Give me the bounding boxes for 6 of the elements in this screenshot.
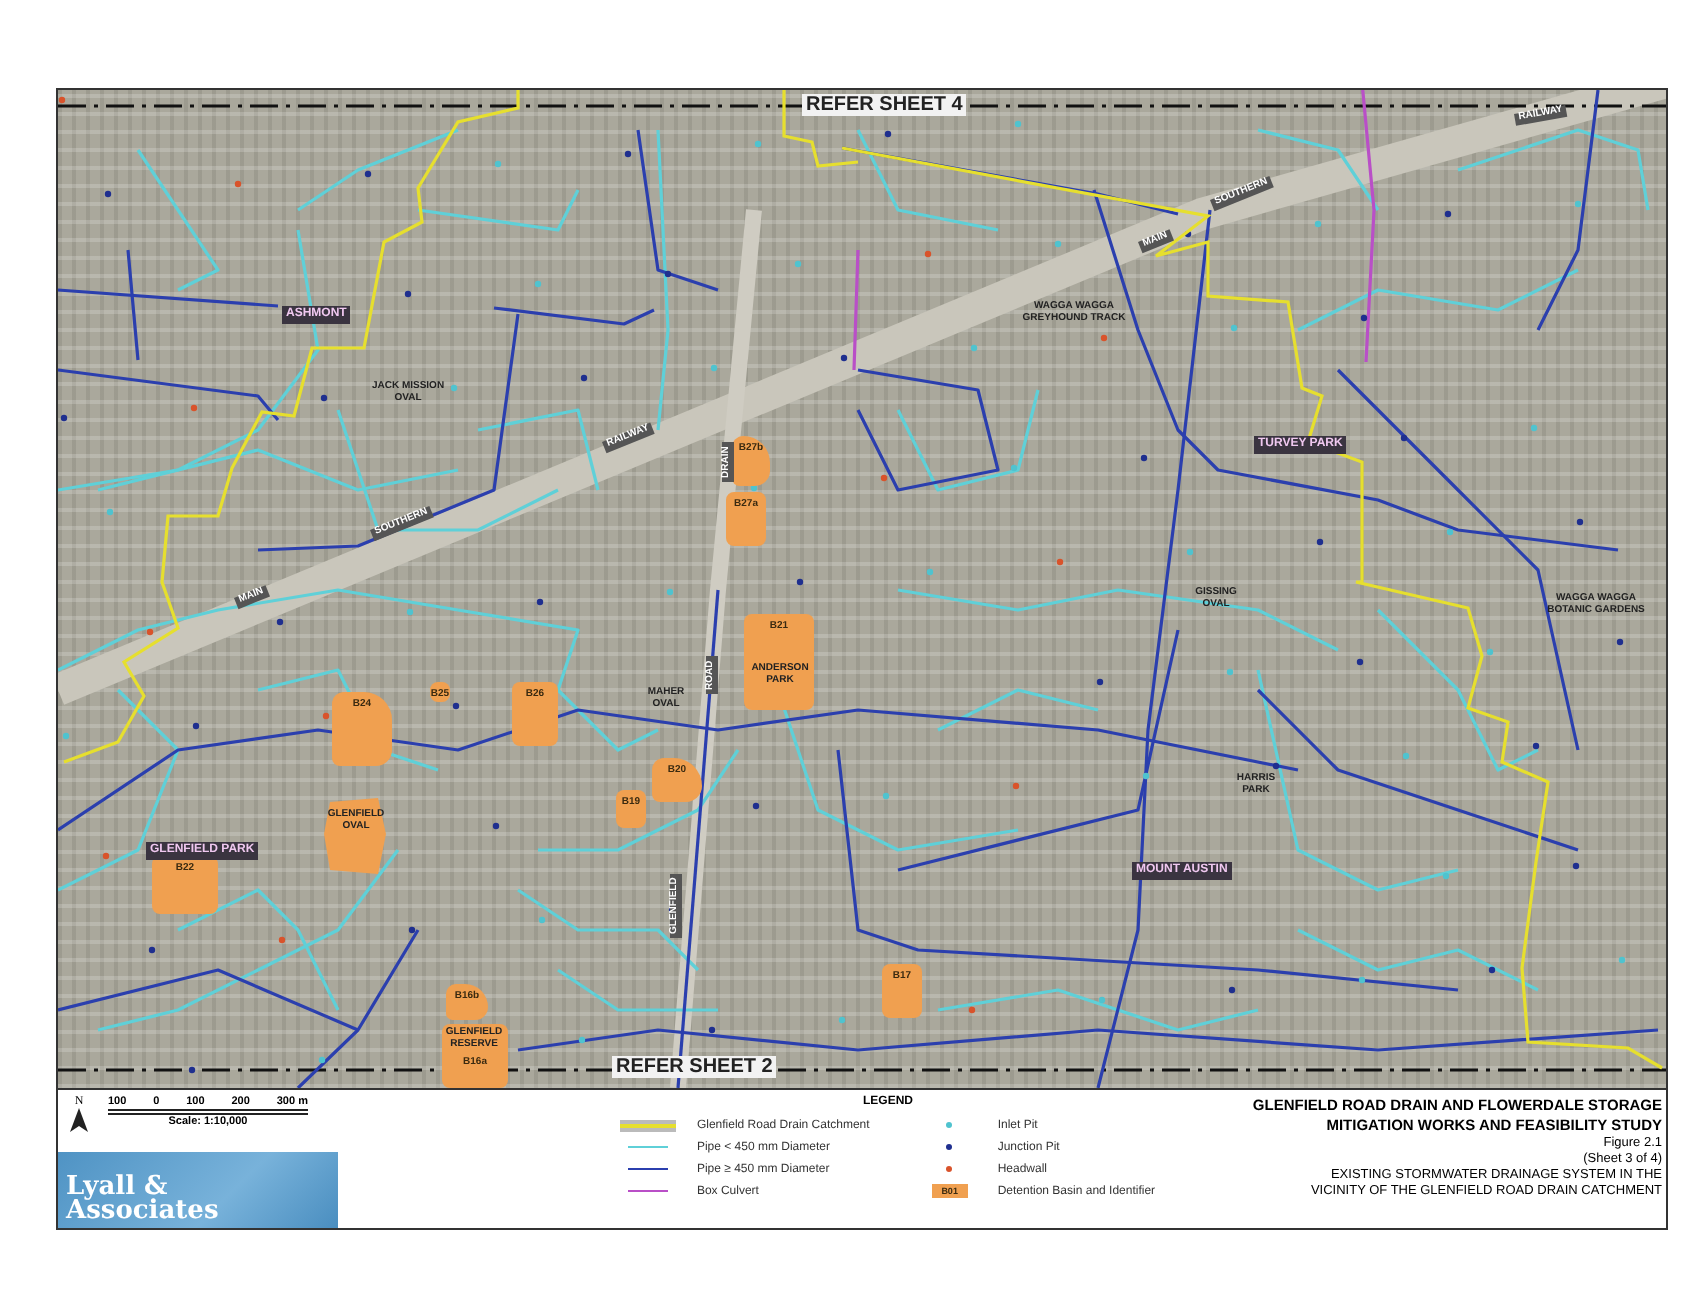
scale-bar-icon [108,1108,308,1116]
detention-basin [324,798,386,874]
sheet-reference-label: REFER SHEET 4 [802,94,967,116]
sheet-reference-label: REFER SHEET 2 [612,1056,777,1078]
company-logo: Lyall & Associates [58,1152,338,1228]
north-arrow-icon [70,1108,88,1132]
